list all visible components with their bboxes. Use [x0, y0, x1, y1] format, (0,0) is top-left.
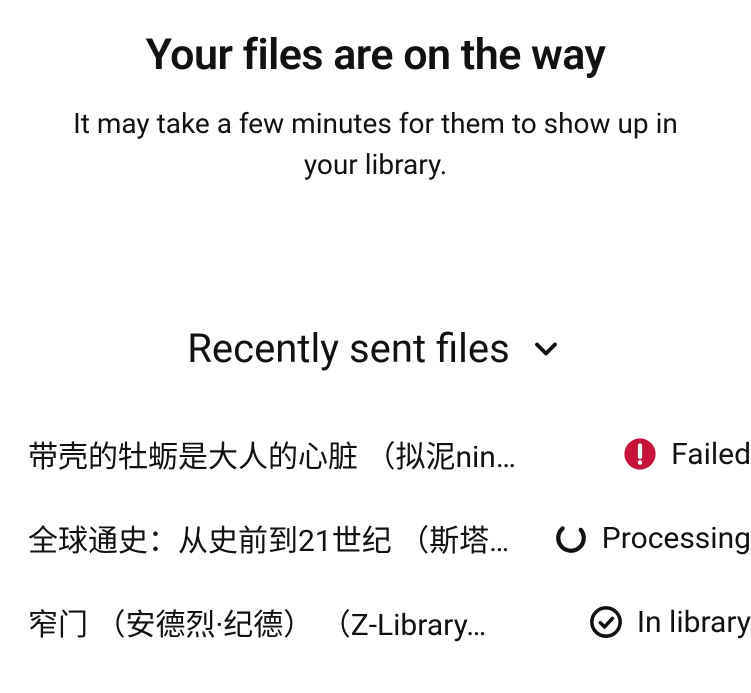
file-name: 带壳的牡蛎是大人的心脏 （拟泥nin…: [28, 432, 603, 476]
chevron-down-icon: [528, 331, 564, 367]
file-list: 带壳的牡蛎是大人的心脏 （拟泥nin… Failed 全球通史：从史前到21世纪…: [0, 432, 751, 644]
error-icon: [623, 437, 657, 471]
check-circle-icon: [589, 605, 623, 639]
recent-files-header[interactable]: Recently sent files: [0, 325, 751, 372]
file-status: Failed: [623, 437, 751, 472]
file-name: 全球通史：从史前到21世纪 （斯塔…: [28, 516, 534, 560]
page-title: Your files are on the way: [0, 30, 751, 80]
file-row[interactable]: 带壳的牡蛎是大人的心脏 （拟泥nin… Failed: [28, 432, 751, 476]
status-text: Processing: [602, 521, 751, 556]
section-title: Recently sent files: [187, 325, 509, 372]
file-status: Processing: [554, 521, 751, 556]
status-text: Failed: [671, 437, 751, 472]
file-name: 窄门 （安德烈·纪德） （Z-Library…: [28, 600, 569, 644]
status-text: In library: [637, 605, 751, 640]
file-row[interactable]: 全球通史：从史前到21世纪 （斯塔… Processing: [28, 516, 751, 560]
page-subtitle: It may take a few minutes for them to sh…: [0, 104, 751, 185]
file-row[interactable]: 窄门 （安德烈·纪德） （Z-Library… In library: [28, 600, 751, 644]
file-status: In library: [589, 605, 751, 640]
spinner-icon: [554, 521, 588, 555]
